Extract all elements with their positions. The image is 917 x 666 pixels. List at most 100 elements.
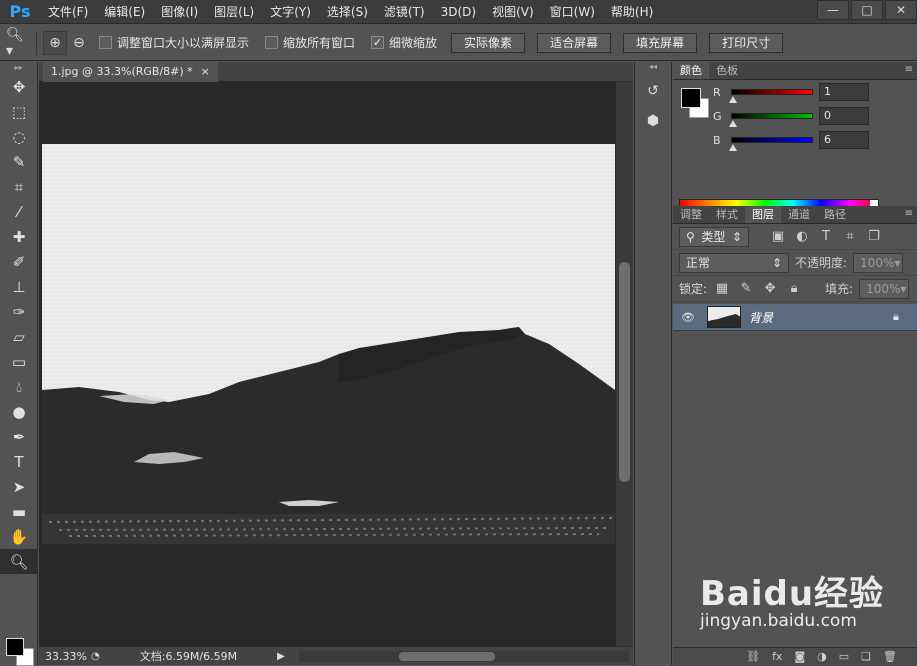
link-layers-icon[interactable]: ⛓	[746, 650, 760, 663]
tab-styles[interactable]: 样式	[709, 206, 745, 223]
tab-color[interactable]: 颜色	[673, 62, 709, 79]
blue-slider[interactable]	[729, 137, 813, 151]
close-button[interactable]: ✕	[885, 0, 917, 20]
fill-screen-button[interactable]: 填充屏幕	[623, 32, 698, 53]
menu-window[interactable]: 窗口(W)	[542, 0, 603, 24]
menu-select[interactable]: 选择(S)	[319, 0, 376, 24]
add-mask-icon[interactable]: ◙	[794, 650, 805, 663]
collapse-icon[interactable]: ▸▸	[0, 62, 37, 74]
close-tab-icon[interactable]: ×	[201, 62, 210, 82]
layer-filter-select[interactable]: ⚲ 类型 ⇕	[679, 226, 749, 247]
blue-value-field[interactable]: 6	[819, 131, 869, 149]
crop-tool-icon[interactable]: ⌗	[0, 174, 38, 199]
menu-view[interactable]: 视图(V)	[484, 0, 542, 24]
zoom-in-icon[interactable]: ⊕	[43, 30, 67, 55]
pen-tool-icon[interactable]: ✒	[0, 424, 38, 449]
scrollbar-thumb[interactable]	[619, 262, 630, 482]
rectangle-tool-icon[interactable]: ▬	[0, 499, 38, 524]
healing-brush-tool-icon[interactable]: ✚	[0, 224, 38, 249]
shape-filter-icon[interactable]: ⌗	[841, 229, 859, 244]
eyedropper-tool-icon[interactable]: ⁄	[0, 199, 38, 224]
tab-swatches[interactable]: 色板	[709, 62, 745, 79]
menu-type[interactable]: 文字(Y)	[262, 0, 319, 24]
status-menu-icon[interactable]: ◔	[91, 651, 100, 662]
document-image[interactable]	[39, 82, 615, 646]
lock-transparent-icon[interactable]: ▦	[713, 281, 731, 296]
foreground-color-swatch[interactable]	[6, 638, 24, 656]
dock-collapse-icon[interactable]: ◂◂	[635, 62, 671, 74]
minimize-button[interactable]: —	[817, 0, 849, 20]
tab-paths[interactable]: 路径	[817, 206, 853, 223]
tab-channels[interactable]: 通道	[781, 206, 817, 223]
status-arrow-icon[interactable]: ▶	[277, 651, 285, 662]
dodge-tool-icon[interactable]: ●	[0, 399, 38, 424]
fill-field[interactable]: 100% ▾	[859, 278, 910, 299]
quick-selection-tool-icon[interactable]: ✎	[0, 149, 38, 174]
visibility-eye-icon[interactable]: 👁︎	[677, 311, 699, 324]
slider-knob[interactable]	[729, 120, 737, 127]
zoom-tool-icon[interactable]: 🔍︎	[0, 549, 38, 574]
history-brush-tool-icon[interactable]: ✑	[0, 299, 38, 324]
layer-name[interactable]: 背景	[749, 309, 893, 326]
hand-tool-icon[interactable]: ✋	[0, 524, 38, 549]
red-slider[interactable]	[729, 89, 813, 103]
green-slider[interactable]	[729, 113, 813, 127]
menu-3d[interactable]: 3D(D)	[433, 0, 484, 24]
color-swatches[interactable]	[4, 636, 36, 666]
path-selection-tool-icon[interactable]: ➤	[0, 474, 38, 499]
smart-object-filter-icon[interactable]: ❐	[865, 229, 883, 244]
layer-row-background[interactable]: 👁︎ 背景 🔒︎	[673, 304, 917, 331]
panel-menu-icon[interactable]: ≡	[905, 64, 913, 75]
tab-adjustments[interactable]: 调整	[673, 206, 709, 223]
print-size-button[interactable]: 打印尺寸	[709, 32, 784, 53]
lock-pixels-icon[interactable]: ✎	[737, 281, 755, 296]
zoom-all-windows-checkbox[interactable]: 缩放所有窗口	[265, 34, 355, 51]
foreground-color-swatch[interactable]	[681, 88, 701, 108]
red-value-field[interactable]: 1	[819, 83, 869, 101]
pixel-filter-icon[interactable]: ▣	[769, 229, 787, 244]
actual-pixels-button[interactable]: 实际像素	[451, 32, 526, 53]
menu-file[interactable]: 文件(F)	[40, 0, 96, 24]
delete-layer-icon[interactable]: 🗑︎	[883, 650, 897, 663]
eraser-tool-icon[interactable]: ▱	[0, 324, 38, 349]
checkbox-box[interactable]	[265, 36, 279, 49]
type-tool-icon[interactable]: T	[0, 449, 38, 474]
gradient-tool-icon[interactable]: ▭	[0, 349, 38, 374]
lasso-tool-icon[interactable]: ◌	[0, 124, 38, 149]
chevron-down-icon[interactable]: ▾	[900, 282, 906, 296]
blur-tool-icon[interactable]: 💧︎	[0, 374, 38, 399]
lock-all-icon[interactable]: 🔒︎	[785, 281, 803, 296]
menu-edit[interactable]: 编辑(E)	[96, 0, 153, 24]
tab-layers[interactable]: 图层	[745, 206, 781, 223]
horizontal-scrollbar[interactable]	[299, 651, 629, 662]
menu-image[interactable]: 图像(I)	[153, 0, 206, 24]
type-filter-icon[interactable]: T	[817, 229, 835, 244]
green-value-field[interactable]: 0	[819, 107, 869, 125]
new-layer-icon[interactable]: ❏	[861, 650, 871, 663]
panel-menu-icon[interactable]: ≡	[905, 208, 913, 219]
marquee-tool-icon[interactable]: ⬚	[0, 99, 38, 124]
fit-screen-button[interactable]: 适合屏幕	[537, 32, 612, 53]
slider-knob[interactable]	[729, 96, 737, 103]
blend-mode-select[interactable]: 正常 ⇕	[679, 252, 789, 273]
zoom-tool-preset-icon[interactable]: 🔍︎▾	[6, 27, 30, 59]
zoom-out-icon[interactable]: ⊖	[67, 31, 91, 55]
opacity-field[interactable]: 100% ▾	[853, 252, 904, 273]
zoom-readout[interactable]: 33.33%	[39, 650, 91, 663]
brush-tool-icon[interactable]: ✐	[0, 249, 38, 274]
menu-help[interactable]: 帮助(H)	[603, 0, 661, 24]
resize-windows-checkbox[interactable]: 调整窗口大小以满屏显示	[99, 34, 249, 51]
move-tool-icon[interactable]: ✥	[0, 74, 38, 99]
new-group-icon[interactable]: ▭	[839, 650, 849, 663]
history-panel-icon[interactable]: ↺	[638, 78, 668, 104]
menu-layer[interactable]: 图层(L)	[206, 0, 262, 24]
menu-filter[interactable]: 滤镜(T)	[376, 0, 433, 24]
checkbox-box[interactable]	[99, 36, 112, 49]
adjustment-filter-icon[interactable]: ◐	[793, 229, 811, 244]
vertical-scrollbar[interactable]	[615, 82, 633, 646]
checkmark-icon[interactable]: ✓	[371, 36, 385, 49]
scrubby-zoom-checkbox[interactable]: ✓ 细微缩放	[371, 34, 437, 51]
adjustment-layer-icon[interactable]: ◑	[817, 650, 827, 663]
properties-panel-icon[interactable]: ⬢	[638, 108, 668, 134]
clone-stamp-tool-icon[interactable]: ⊥	[0, 274, 38, 299]
